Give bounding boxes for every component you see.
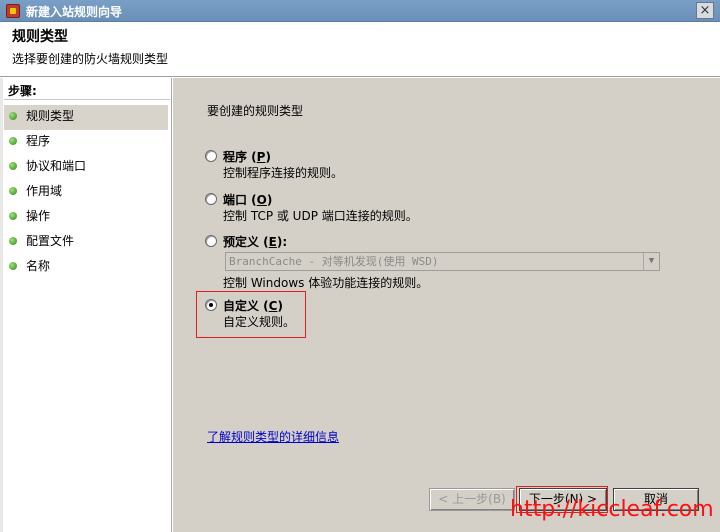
- chevron-down-icon[interactable]: ▼: [643, 253, 659, 270]
- step-program[interactable]: 程序: [4, 130, 168, 155]
- select-value: BranchCache - 对等机发现(使用 WSD): [229, 255, 439, 268]
- steps-heading: 步骤:: [8, 84, 37, 98]
- sidebar-edge: [0, 78, 3, 532]
- step-label: 作用域: [26, 184, 63, 198]
- step-label: 配置文件: [26, 234, 75, 248]
- step-rule-type[interactable]: 规则类型: [4, 105, 168, 130]
- step-scope[interactable]: 作用域: [4, 180, 168, 205]
- radio-predefined[interactable]: [205, 235, 217, 247]
- step-bullet-icon: [9, 237, 17, 245]
- wizard-content: 要创建的规则类型 程序 (P) 控制程序连接的规则。 端口 (O) 控制 TCP…: [173, 78, 720, 532]
- option-label: 自定义 (C): [223, 299, 283, 313]
- option-label: 预定义 (E):: [223, 235, 288, 249]
- learn-more-link[interactable]: 了解规则类型的详细信息: [207, 428, 339, 445]
- step-name[interactable]: 名称: [4, 255, 168, 280]
- step-protocol-ports[interactable]: 协议和端口: [4, 155, 168, 180]
- step-bullet-icon: [9, 162, 17, 170]
- option-description: 自定义规则。: [223, 315, 296, 329]
- step-profile[interactable]: 配置文件: [4, 230, 168, 255]
- firewall-app-icon: [6, 4, 20, 18]
- predefined-rule-select[interactable]: BranchCache - 对等机发现(使用 WSD) ▼: [225, 252, 660, 271]
- title-bar: 新建入站规则向导 ×: [0, 0, 720, 22]
- option-description: 控制 Windows 体验功能连接的规则。: [223, 276, 429, 290]
- page-title: 规则类型: [12, 29, 68, 45]
- option-description: 控制程序连接的规则。: [223, 166, 344, 180]
- wizard-header: 规则类型 选择要创建的防火墙规则类型: [0, 22, 720, 77]
- step-bullet-icon: [9, 262, 17, 270]
- rule-type-prompt: 要创建的规则类型: [207, 104, 304, 118]
- page-subtitle: 选择要创建的防火墙规则类型: [12, 52, 169, 66]
- step-label: 名称: [26, 259, 51, 273]
- step-bullet-icon: [9, 112, 17, 120]
- option-label: 端口 (O): [223, 193, 273, 207]
- step-action[interactable]: 操作: [4, 205, 168, 230]
- steps-list: 规则类型 程序 协议和端口 作用域 操作 配置文件 名称: [4, 105, 168, 280]
- option-label: 程序 (P): [223, 150, 271, 164]
- step-bullet-icon: [9, 137, 17, 145]
- step-label: 协议和端口: [26, 159, 87, 173]
- steps-divider: [4, 99, 170, 100]
- option-description: 控制 TCP 或 UDP 端口连接的规则。: [223, 209, 418, 223]
- steps-sidebar: 步骤: 规则类型 程序 协议和端口 作用域 操作 配置文件 名称: [0, 78, 172, 532]
- site-watermark: http://kiccleaf.com: [510, 497, 714, 522]
- radio-custom[interactable]: [205, 299, 217, 311]
- step-bullet-icon: [9, 187, 17, 195]
- step-bullet-icon: [9, 212, 17, 220]
- close-button[interactable]: ×: [696, 2, 714, 19]
- step-label: 程序: [26, 134, 51, 148]
- back-button[interactable]: < 上一步(B): [429, 488, 515, 511]
- radio-program[interactable]: [205, 150, 217, 162]
- step-label: 规则类型: [26, 109, 75, 123]
- radio-port[interactable]: [205, 193, 217, 205]
- window-title: 新建入站规则向导: [26, 5, 123, 19]
- step-label: 操作: [26, 209, 51, 223]
